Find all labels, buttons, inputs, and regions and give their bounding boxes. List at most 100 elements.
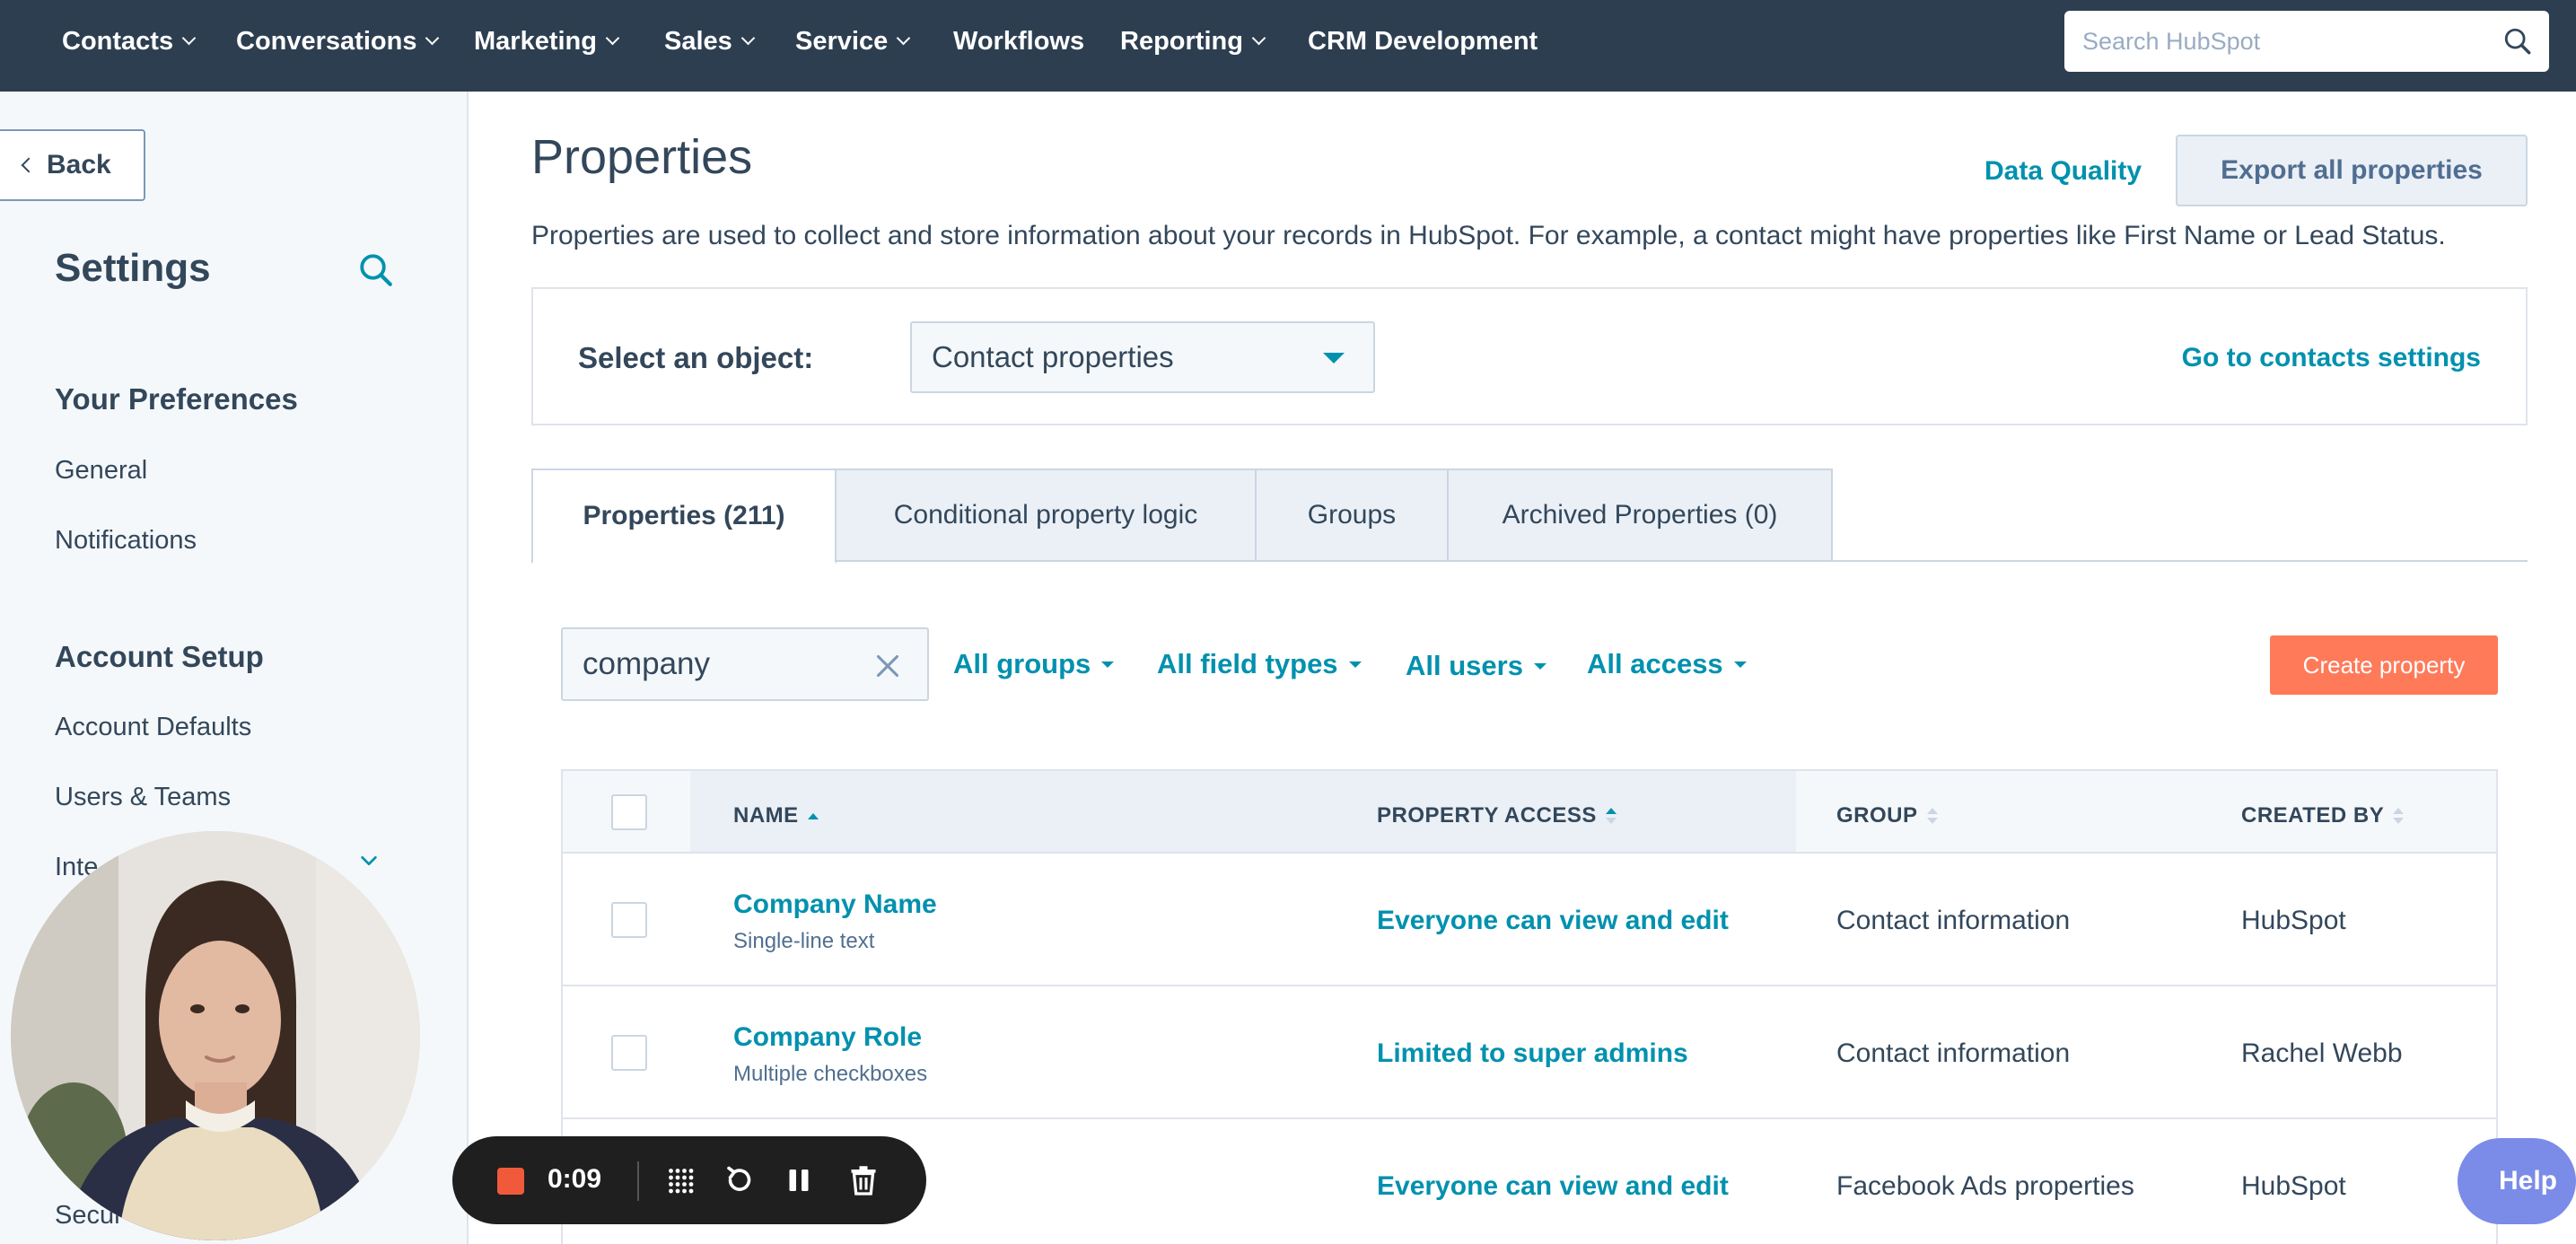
data-quality-link[interactable]: Data Quality [1985,156,2142,187]
global-search-input[interactable] [2082,27,2477,56]
properties-tabs: Properties (211) Conditional property lo… [531,469,2528,564]
nav-conversations[interactable]: Conversations [236,27,440,57]
presenter-video-image [11,831,420,1240]
sort-icon [1605,808,1617,824]
column-header-created-by-label: CREATED BY [2241,803,2385,828]
webcam-overlay[interactable] [11,831,420,1240]
sidebar-item-notifications[interactable]: Notifications [55,526,197,556]
property-group: Contact information [1836,906,2071,935]
tab-properties[interactable]: Properties (211) [531,469,837,564]
select-all-checkbox[interactable] [611,794,647,830]
object-select-value: Contact properties [932,340,1174,373]
column-header-property-access-label: PROPERTY ACCESS [1377,803,1597,828]
account-setup-heading: Account Setup [55,640,264,673]
nav-conversations-label: Conversations [236,27,417,56]
stop-recording-button[interactable] [497,1168,524,1195]
caret-down-icon [1101,661,1115,668]
nav-marketing-label: Marketing [474,27,597,56]
chevron-down-icon[interactable] [359,851,379,871]
sort-icon [807,812,819,819]
column-header-created-by[interactable]: CREATED BY [2241,803,2405,828]
create-property-button[interactable]: Create property [2270,635,2498,695]
object-select-dropdown[interactable]: Contact properties [910,321,1375,393]
property-type: Single-line text [733,929,875,953]
property-type: Multiple checkboxes [733,1062,928,1086]
tab-groups[interactable]: Groups [1255,469,1449,562]
filter-all-groups-label: All groups [953,648,1091,679]
caret-down-icon [1533,662,1546,670]
recording-timer: 0:09 [548,1164,602,1194]
nav-sales-label: Sales [664,27,732,56]
close-icon[interactable] [875,653,900,679]
nav-service-label: Service [795,27,889,56]
filter-all-access[interactable]: All access [1587,648,1747,680]
tab-archived-properties[interactable]: Archived Properties (0) [1447,469,1833,562]
sidebar-item-account-defaults[interactable]: Account Defaults [55,713,251,742]
object-selector-label: Select an object: [578,341,814,374]
column-header-property-access[interactable]: PROPERTY ACCESS [1377,803,1617,828]
back-button[interactable]: Back [0,129,145,201]
object-selector-panel: Select an object: Contact properties Go … [531,287,2528,425]
nav-service[interactable]: Service [795,27,911,57]
filter-all-groups[interactable]: All groups [953,648,1115,680]
help-button[interactable]: Help [2458,1138,2576,1224]
property-access-link[interactable]: Limited to super admins [1377,1038,1688,1069]
column-header-name-label: NAME [733,803,799,828]
nav-contacts[interactable]: Contacts [62,27,197,57]
page-title: Properties [531,130,753,184]
nav-workflows-label: Workflows [953,27,1085,56]
chevron-down-icon [740,31,756,46]
column-header-group[interactable]: GROUP [1836,803,1938,828]
filter-all-field-types[interactable]: All field types [1157,648,1362,680]
search-icon[interactable] [2502,26,2533,57]
property-name-link[interactable]: Company Name [733,889,937,920]
recording-toolbar: 0:09 [452,1136,926,1224]
row-checkbox[interactable] [611,1035,647,1071]
page-description: Properties are used to collect and store… [531,221,2446,250]
settings-title: Settings [55,246,211,290]
chevron-down-icon [1251,31,1266,46]
chevron-down-icon [605,31,620,46]
column-header-group-label: GROUP [1836,803,1918,828]
your-preferences-heading: Your Preferences [55,382,298,416]
chevron-down-icon [425,31,440,46]
property-created-by: HubSpot [2241,906,2346,935]
property-search-input[interactable] [583,646,852,682]
column-header-name[interactable]: NAME [733,803,819,828]
tab-conditional-property-logic[interactable]: Conditional property logic [835,469,1257,562]
nav-reporting-label: Reporting [1120,27,1243,56]
trash-icon[interactable] [847,1164,880,1196]
back-button-label: Back [47,150,111,180]
nav-marketing[interactable]: Marketing [474,27,620,57]
top-navigation-bar: Contacts Conversations Marketing Sales S… [0,0,2576,92]
nav-workflows[interactable]: Workflows [953,27,1084,57]
go-to-contacts-settings-link[interactable]: Go to contacts settings [2182,343,2481,373]
property-search [561,627,929,701]
nav-sales[interactable]: Sales [664,27,756,57]
filter-all-field-types-label: All field types [1157,648,1338,679]
search-icon[interactable] [357,251,395,289]
nav-contacts-label: Contacts [62,27,174,56]
nav-crm-development[interactable]: CRM Development [1308,27,1538,57]
sidebar-item-general[interactable]: General [55,456,147,486]
filter-all-users-label: All users [1406,650,1523,681]
pause-icon[interactable] [783,1164,815,1196]
chevron-left-icon [21,157,37,173]
caret-down-icon [1323,353,1345,364]
chevron-down-icon [181,31,197,46]
table-row: Company Name Single-line text Everyone c… [563,854,2496,986]
property-access-link[interactable]: Everyone can view and edit [1377,1171,1729,1202]
export-all-properties-button[interactable]: Export all properties [2176,135,2528,206]
sidebar-item-users-teams[interactable]: Users & Teams [55,783,231,812]
table-header: NAME PROPERTY ACCESS GROUP CREATED BY [563,771,2496,854]
filter-all-users[interactable]: All users [1406,650,1546,682]
row-checkbox[interactable] [611,902,647,938]
drag-handle-icon[interactable] [664,1164,697,1196]
caret-down-icon [1733,661,1747,668]
nav-reporting[interactable]: Reporting [1120,27,1266,57]
property-access-link[interactable]: Everyone can view and edit [1377,906,1729,936]
toolbar-divider [637,1161,639,1201]
property-created-by: HubSpot [2241,1171,2346,1201]
property-name-link[interactable]: Company Role [733,1022,922,1053]
restart-icon[interactable] [723,1164,756,1196]
